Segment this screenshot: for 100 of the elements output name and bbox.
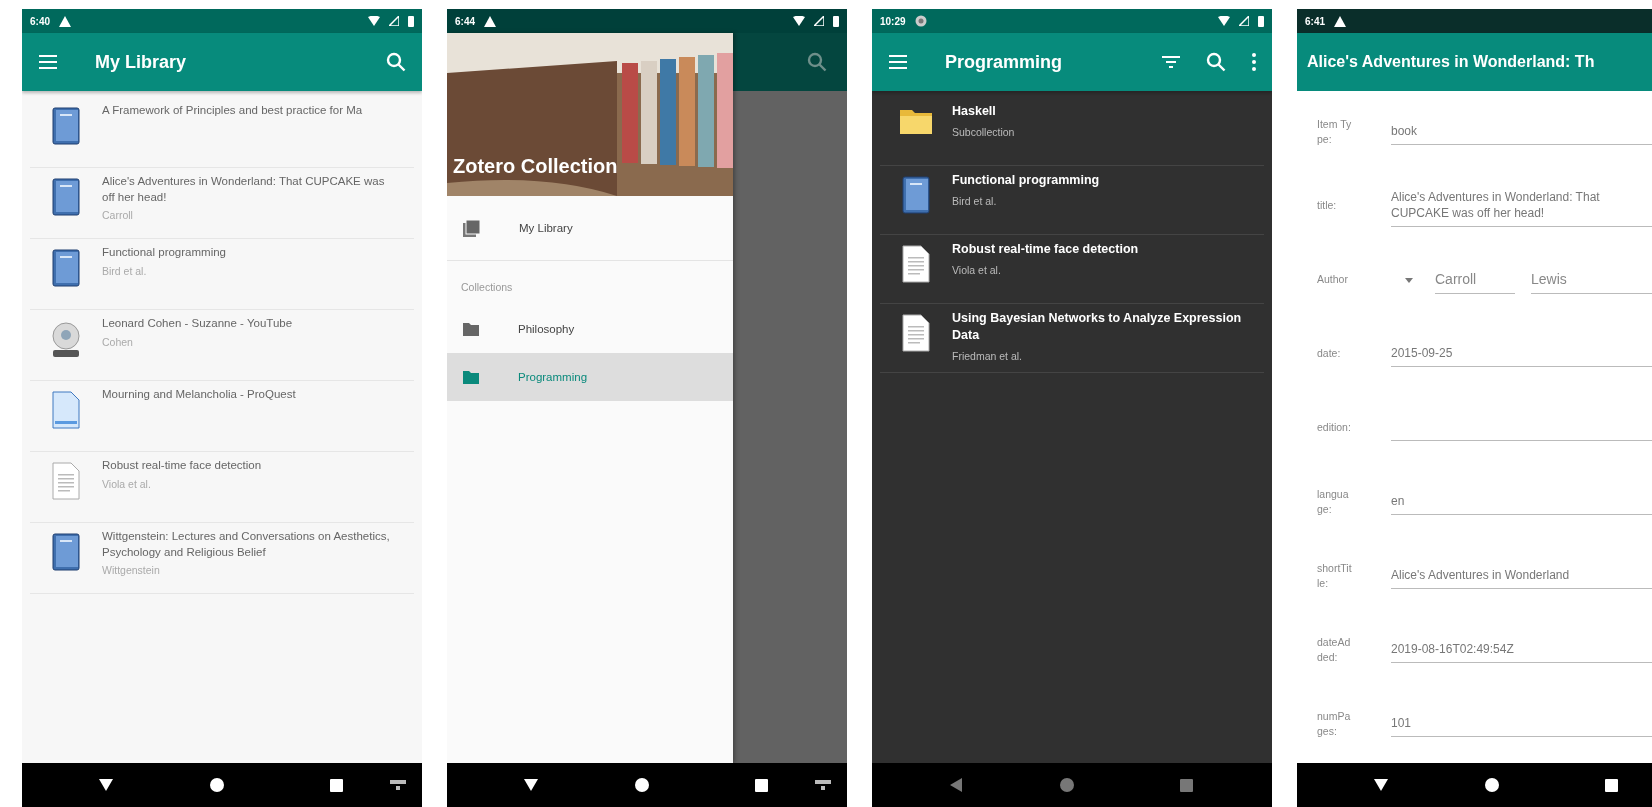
text-field[interactable]: en (1391, 488, 1652, 516)
webcam-icon (50, 320, 82, 358)
keyboard-icon[interactable] (390, 780, 406, 790)
field-label: shortTitle: (1317, 560, 1353, 591)
item-title: Haskell (952, 103, 997, 120)
folder-icon (463, 370, 479, 384)
drawer-item[interactable]: My Library (447, 196, 733, 260)
book-icon (52, 107, 80, 145)
text-field[interactable]: 2015-09-25 (1391, 340, 1652, 368)
folder-icon (463, 322, 479, 336)
list-item[interactable]: Mourning and Melancholia - ProQuest (30, 381, 414, 452)
item-creator: Viola et al. (102, 477, 152, 490)
back-icon[interactable] (1374, 779, 1388, 791)
item-title: Robust real-time face detection (102, 458, 263, 473)
list-item[interactable]: Robust real-time face detection Viola et al. (30, 452, 414, 523)
field-label: edition: (1317, 420, 1352, 436)
status-time: 6:40 (30, 15, 50, 27)
filter-icon[interactable] (1162, 56, 1180, 68)
field-label: date: (1317, 346, 1342, 362)
drawer-title: Zotero Collection (453, 155, 618, 178)
text-field[interactable]: 101 (1391, 710, 1652, 738)
keyboard-icon[interactable] (815, 780, 831, 790)
battery-icon (408, 15, 414, 27)
text-field[interactable]: Alice's Adventures in Wonderland: That CUPCAKE was off her head! (1391, 184, 1652, 228)
section-header: Collections (460, 280, 514, 295)
document-icon (902, 314, 930, 352)
home-icon[interactable] (635, 778, 649, 792)
list-item[interactable]: Functional programming Bird et al. (30, 239, 414, 310)
item-creator: Wittgenstein (102, 564, 161, 577)
item-title: Alice's Adventures in Wonderland: That CUPCAKE was off her head! (102, 174, 386, 205)
book-icon (902, 176, 930, 214)
list-item[interactable]: A Framework of Principles and best practice for Ma (30, 97, 414, 168)
status-time: 6:44 (455, 15, 475, 27)
item-title: Wittgenstein: Lectures and Conversations on Aesthetics, Psychology and Religious Belief (102, 529, 391, 560)
field-label: Author (1317, 272, 1349, 288)
book-icon (52, 249, 80, 287)
list-item[interactable]: Haskell Subcollection (880, 97, 1264, 166)
more-icon[interactable] (1252, 53, 1256, 71)
menu-icon[interactable] (889, 55, 907, 69)
item-creator: Friedman et al. (952, 349, 1024, 362)
field-label: title: (1317, 198, 1338, 214)
item-creator: Bird et al. (952, 194, 998, 207)
battery-icon (833, 15, 839, 27)
item-title: Functional programming (102, 245, 227, 260)
item-title: Functional programming (952, 172, 1101, 189)
recents-icon[interactable] (1604, 778, 1618, 792)
book-icon (52, 178, 80, 216)
item-title: Leonard Cohen - Suzanne - YouTube (102, 316, 294, 331)
list-item[interactable]: Wittgenstein: Lectures and Conversations on Aesthetics, Psychology and Religious Belief Wittgenstein (30, 523, 414, 594)
back-icon[interactable] (99, 779, 113, 791)
dropdown-caret-icon[interactable] (1405, 277, 1413, 283)
field-label: Item Type: (1317, 116, 1353, 147)
status-time: 6:41 (1305, 15, 1325, 27)
item-creator: Cohen (102, 335, 134, 348)
warning-icon (59, 15, 71, 27)
book-icon (52, 533, 80, 571)
last-name-field[interactable]: Carroll (1435, 265, 1515, 295)
recents-icon[interactable] (754, 778, 768, 792)
list-item[interactable]: Using Bayesian Networks to Analyze Expression Data Friedman et al. (880, 304, 1264, 373)
list-item[interactable]: Leonard Cohen - Suzanne - YouTube Cohen (30, 310, 414, 381)
screen-title: Programming (945, 51, 1064, 73)
battery-icon (1258, 15, 1264, 27)
warning-icon (1334, 15, 1346, 27)
field-label: numPages: (1317, 708, 1352, 739)
first-name-field[interactable]: Lewis (1531, 265, 1652, 295)
item-creator: Viola et al. (952, 263, 1002, 276)
field-label: language: (1317, 486, 1350, 517)
home-icon[interactable] (210, 778, 224, 792)
search-icon[interactable] (386, 52, 406, 72)
text-field[interactable]: book (1391, 118, 1652, 146)
signal-icon (1239, 16, 1249, 26)
wifi-icon (793, 16, 805, 26)
warning-icon (484, 15, 496, 27)
list-item[interactable]: Alice's Adventures in Wonderland: That CUPCAKE was off her head! Carroll (30, 168, 414, 239)
field-label: dateAdded: (1317, 634, 1352, 665)
signal-icon (814, 16, 824, 26)
menu-icon[interactable] (39, 55, 57, 69)
sync-icon (914, 15, 927, 27)
status-time: 10:29 (880, 15, 906, 27)
item-creator: Bird et al. (102, 264, 148, 277)
home-icon[interactable] (1485, 778, 1499, 792)
list-item[interactable]: Robust real-time face detection Viola et al. (880, 235, 1264, 304)
item-title: Mourning and Melancholia - ProQuest (102, 387, 297, 402)
back-icon[interactable] (524, 779, 538, 791)
screen-title: Alice's Adventures in Wonderland: Th (1307, 53, 1595, 71)
search-icon[interactable] (807, 52, 827, 72)
item-creator: Carroll (102, 209, 134, 222)
drawer-item[interactable]: Philosophy (447, 305, 733, 353)
signal-icon (389, 16, 399, 26)
document-icon (52, 462, 80, 500)
list-item[interactable]: Functional programming Bird et al. (880, 166, 1264, 235)
drawer-item[interactable]: Programming (447, 353, 733, 401)
text-field[interactable]: 2019-08-16T02:49:54Z (1391, 636, 1652, 664)
document-icon (902, 245, 930, 283)
page-icon (52, 391, 80, 429)
item-title: A Framework of Principles and best practice for Ma (102, 103, 364, 118)
search-icon[interactable] (1206, 52, 1226, 72)
text-field[interactable]: Alice's Adventures in Wonderland (1391, 562, 1652, 590)
recents-icon[interactable] (329, 778, 343, 792)
item-creator: Subcollection (952, 125, 1016, 138)
